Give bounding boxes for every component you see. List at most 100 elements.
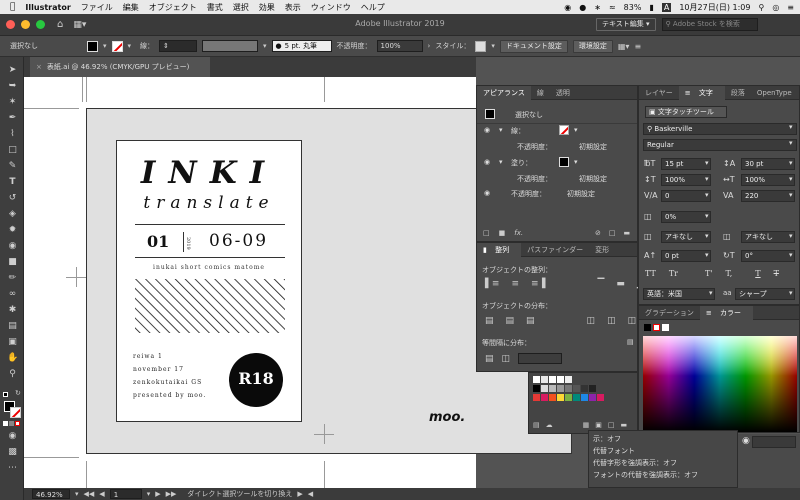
search-icon[interactable]: ⚲ (758, 3, 764, 12)
next-artboard-icon[interactable]: ▶ (155, 490, 160, 498)
screen-mode-icon[interactable]: ▩ (7, 447, 18, 458)
antialias-select[interactable]: シャープ (735, 288, 795, 300)
tracking-input[interactable]: 220 (741, 190, 795, 202)
input-method-icon[interactable]: A (661, 2, 672, 12)
align-top-icon[interactable]: ▔ (597, 279, 604, 289)
brush-definition[interactable]: ● 5 pt. 丸筆 (271, 40, 332, 52)
font-style-dropdown-icon[interactable]: ▾ (789, 139, 793, 147)
visibility-eye-icon[interactable]: ◉ (484, 189, 490, 197)
tab-transparency[interactable]: 透明 (550, 88, 576, 98)
status-expand-icon[interactable]: ▶ (297, 490, 302, 498)
selection-tool-icon[interactable]: ➤ (7, 65, 18, 76)
status-menu-icon[interactable]: ◀ (308, 490, 313, 498)
preferences-button[interactable]: 環境設定 (572, 39, 613, 53)
swatch-grid[interactable] (533, 376, 637, 410)
hatched-panel[interactable] (135, 279, 285, 333)
horizontal-scale-input[interactable]: 100% (741, 174, 795, 186)
baseline-shift-input[interactable]: 0 pt (661, 250, 711, 262)
popup-line[interactable]: 示：オフ (593, 434, 621, 444)
fill-swatch[interactable] (87, 40, 98, 52)
font-size-dropdown-icon[interactable]: ▾ (705, 159, 709, 167)
visibility-eye-icon[interactable]: ◉ (484, 158, 490, 166)
popup-line[interactable]: 代替フォント (593, 446, 635, 456)
eraser-tool-icon[interactable]: ◈ (7, 209, 18, 220)
tab-pathfinder[interactable]: パスファインダー (521, 245, 589, 255)
font-family-select[interactable]: ⚲ Baskerville (643, 123, 797, 135)
menu-edit[interactable]: 編集 (123, 2, 139, 13)
fill-opacity-label[interactable]: 不透明度： (517, 174, 552, 184)
stroke-opacity-label[interactable]: 不透明度： (517, 142, 552, 152)
info-line[interactable]: reiwa 1 (133, 353, 163, 360)
draw-mode-icon[interactable]: ◉ (7, 431, 18, 442)
previous-artboard-icon[interactable]: ◀ (99, 490, 104, 498)
paintbrush-tool-icon[interactable]: ✎ (7, 161, 18, 172)
tab-appearance[interactable]: アピアランス (477, 85, 531, 100)
expand-stroke-icon[interactable]: ▾ (499, 126, 503, 134)
white-proxy[interactable] (662, 324, 669, 331)
close-window-button[interactable] (6, 20, 15, 29)
hand-tool-icon[interactable]: ✋ (7, 353, 18, 364)
arrange-icon[interactable]: ▦▾ (618, 42, 630, 51)
gradient-mode-icon[interactable] (9, 421, 14, 426)
menu-app[interactable]: Illustrator (25, 3, 70, 12)
antialias-dropdown-icon[interactable]: ▾ (789, 289, 793, 297)
opacity-dropdown-icon[interactable]: › (428, 42, 431, 50)
distribute-vspace-icon[interactable]: ▤ (485, 354, 494, 364)
baseline-shift-dropdown-icon[interactable]: ▾ (705, 251, 709, 259)
distribute-top-icon[interactable]: ▤ (485, 316, 494, 326)
direct-selection-tool-icon[interactable]: ➥ (7, 81, 18, 92)
line-icon[interactable]: ● (579, 3, 586, 12)
wifi-icon[interactable]: ≈ (609, 3, 616, 12)
distribute-bottom-icon[interactable]: ▤ (526, 316, 535, 326)
aki-left-dropdown-icon[interactable]: ▾ (705, 232, 709, 240)
language-select[interactable]: 英語：米国 (643, 288, 715, 300)
horizontal-scale-dropdown-icon[interactable]: ▾ (789, 175, 793, 183)
distribute-vcenter-icon[interactable]: ▤ (506, 316, 515, 326)
fill-dropdown-icon[interactable]: ▾ (103, 42, 107, 50)
menu-select[interactable]: 選択 (233, 2, 249, 13)
issue-date[interactable]: 06-09 (209, 231, 268, 251)
kerning-dropdown-icon[interactable]: ▾ (705, 191, 709, 199)
opacity-input[interactable]: 100% (376, 40, 423, 52)
issue-year[interactable]: 2019 (185, 237, 191, 250)
home-icon[interactable]: ⌂ (57, 19, 63, 30)
search-stock-input[interactable]: ⚲ Adobe Stock を検索 (661, 18, 758, 31)
fill-attribute-swatch[interactable] (559, 157, 569, 167)
distribute-right-icon[interactable]: ◫ (628, 316, 637, 326)
fill-proxy[interactable] (644, 324, 651, 331)
touch-type-tool-button[interactable]: ▣ 文字タッチツール (645, 106, 727, 118)
tab-gradient[interactable]: グラデーション (639, 308, 700, 318)
add-effect-button[interactable]: fx. (514, 229, 523, 237)
cover-artwork[interactable]: INKI translate 01 2019 06-09 inukai shor… (116, 140, 302, 422)
menu-view[interactable]: 表示 (285, 2, 301, 13)
all-caps-button[interactable]: TT (645, 269, 656, 278)
magic-wand-tool-icon[interactable]: ✶ (7, 97, 18, 108)
style-swatch[interactable] (475, 40, 487, 52)
workspace-switcher[interactable]: テキスト編集 ▾ (596, 18, 656, 31)
add-stroke-icon[interactable]: □ (483, 229, 490, 237)
symbol-sprayer-tool-icon[interactable]: ✱ (7, 305, 18, 316)
zoom-tool-icon[interactable]: ⚲ (7, 369, 18, 380)
cover-title[interactable]: INKI (117, 155, 301, 191)
stroke-dropdown-icon[interactable]: ▾ (128, 42, 132, 50)
artboard-tool-icon[interactable]: ▣ (7, 337, 18, 348)
swatch-name-input[interactable] (752, 436, 796, 448)
tab-opentype[interactable]: OpenType (751, 89, 798, 97)
notification-icon[interactable]: ≡ (787, 3, 794, 12)
tab-character[interactable]: ≡ 文字 (678, 85, 725, 100)
underline-button[interactable]: T (755, 269, 760, 278)
font-size-input[interactable]: 15 pt (661, 158, 711, 170)
issue-number[interactable]: 01 (147, 232, 169, 251)
apple-icon[interactable]:  (10, 2, 15, 12)
align-right-icon[interactable]: ≡▐ (531, 279, 545, 289)
tab-paragraph[interactable]: 段落 (725, 88, 751, 98)
curvature-tool-icon[interactable]: ⌇ (7, 129, 18, 140)
type-tool-icon[interactable]: T (7, 177, 18, 188)
align-vcenter-icon[interactable]: ▬ (616, 279, 625, 289)
new-swatch-icon[interactable]: □ (608, 421, 615, 429)
battery-icon[interactable]: ▮ (649, 3, 653, 12)
stroke-attribute-dropdown-icon[interactable]: ▾ (574, 126, 578, 134)
tsume-input[interactable]: 0% (661, 211, 711, 223)
tab-close-icon[interactable]: × (36, 63, 42, 71)
cover-subtitle[interactable]: translate (117, 193, 301, 213)
